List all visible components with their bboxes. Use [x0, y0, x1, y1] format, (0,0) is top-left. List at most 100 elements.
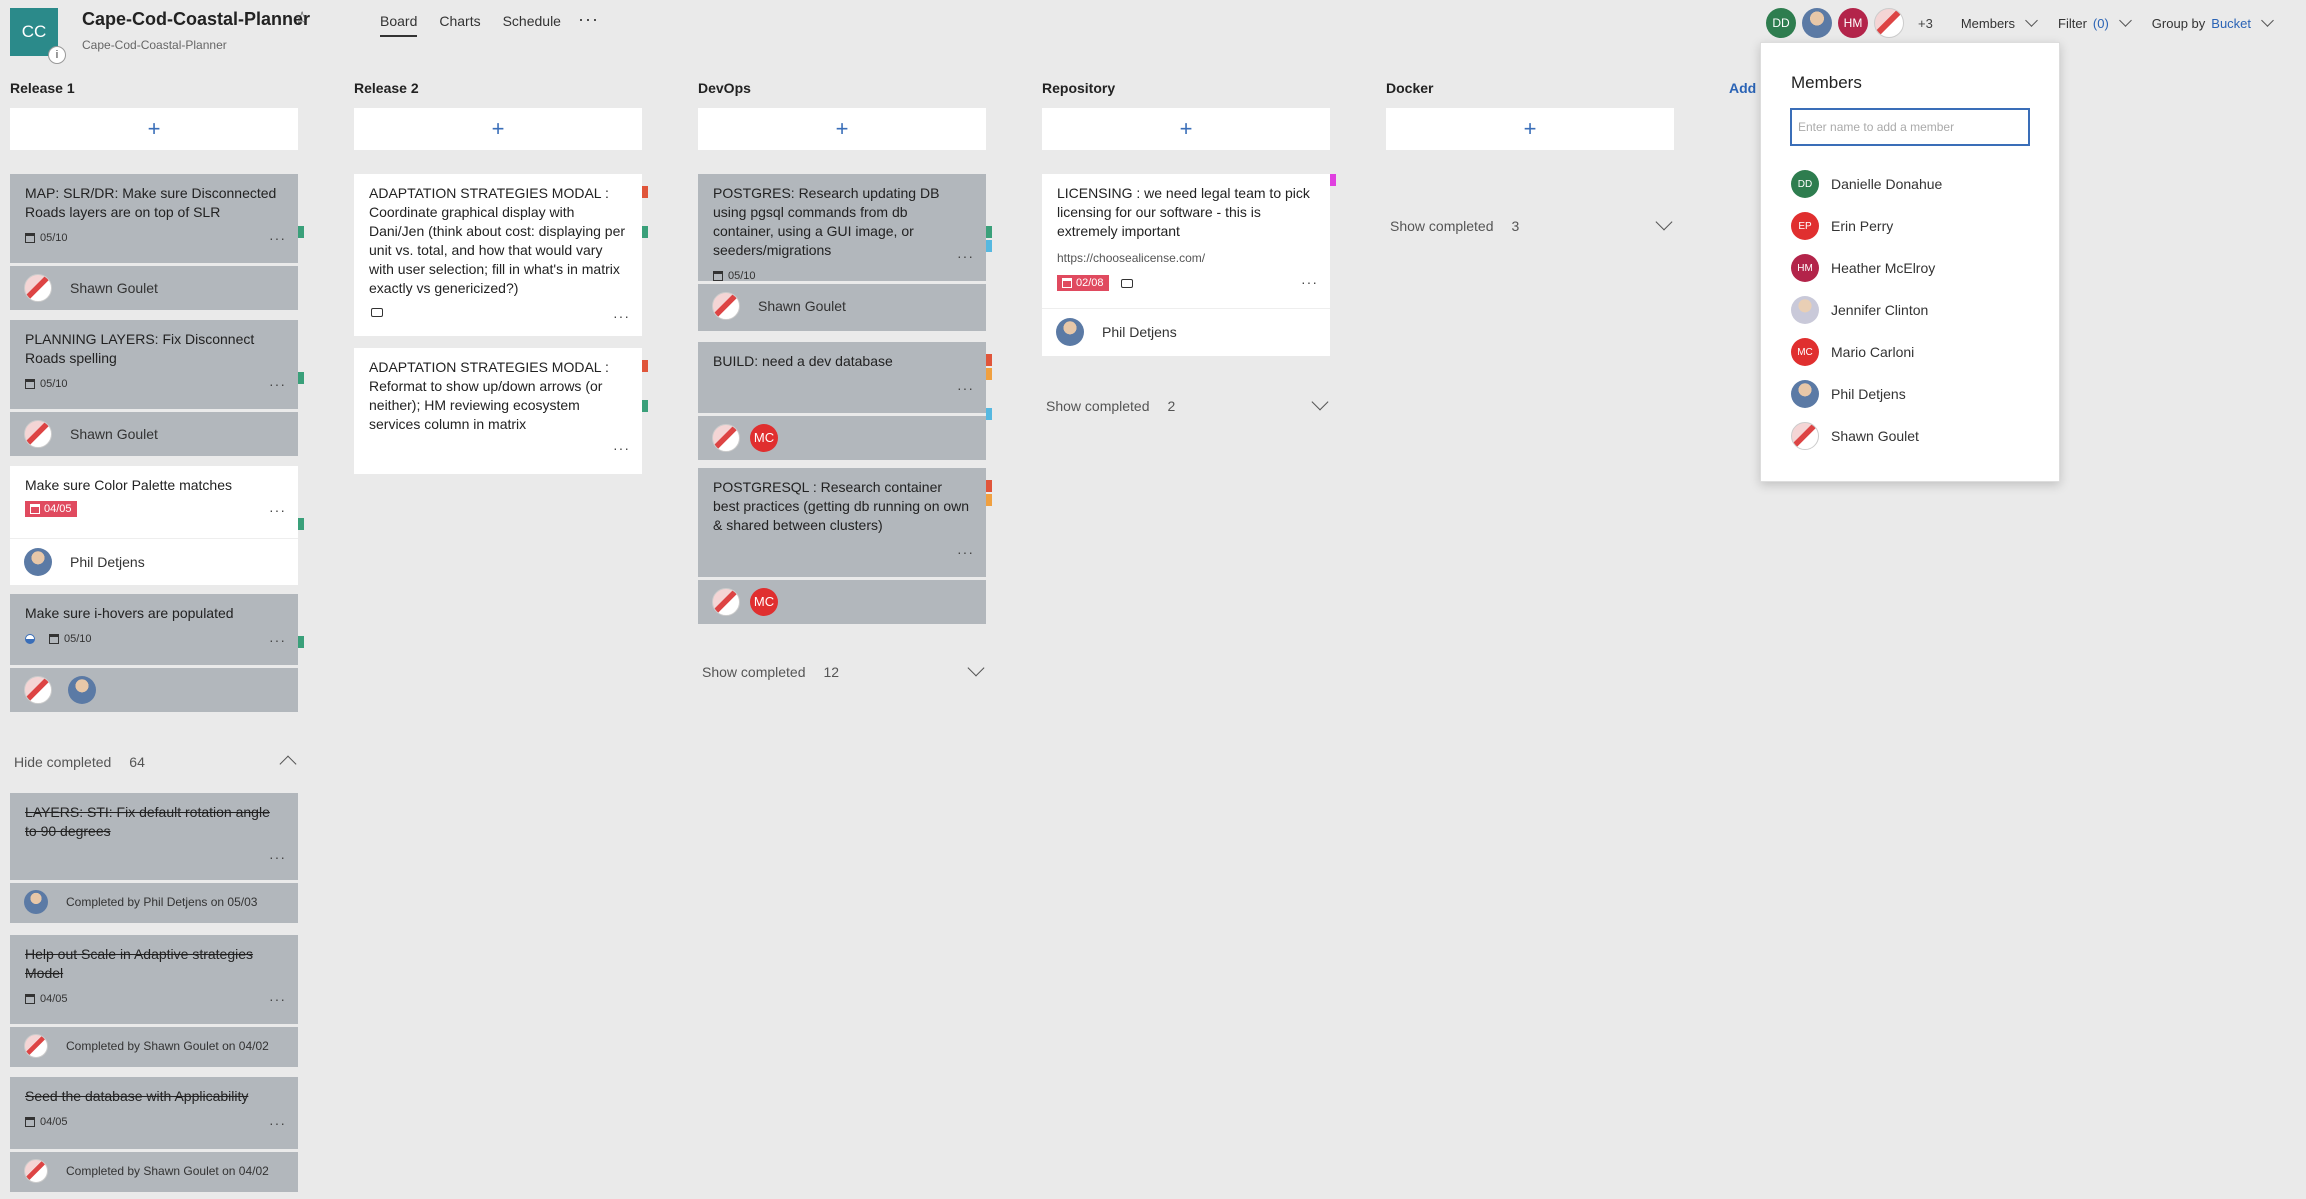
task-card[interactable]: MAP: SLR/DR: Make sure Disconnected Road… [10, 174, 304, 310]
task-more-icon[interactable]: ··· [613, 440, 630, 456]
bucket-title[interactable]: Docker [1386, 80, 1674, 100]
avatar[interactable]: HM [1838, 8, 1868, 38]
tab-charts[interactable]: Charts [439, 13, 480, 37]
extra-members-count[interactable]: +3 [1918, 16, 1933, 31]
tab-schedule[interactable]: Schedule [503, 13, 561, 37]
member-item[interactable]: DD Danielle Donahue [1791, 163, 1942, 205]
task-more-icon[interactable]: ··· [957, 380, 974, 396]
avatar [1056, 317, 1084, 346]
bucket-title[interactable]: Release 2 [354, 80, 642, 100]
member-item[interactable]: Phil Detjens [1791, 373, 1942, 415]
add-new-bucket-link[interactable]: Add [1729, 80, 1756, 96]
task-card[interactable]: POSTGRES: Research updating DB using pgs… [698, 174, 992, 331]
avatar [24, 675, 52, 704]
member-item[interactable]: Shawn Goulet [1791, 415, 1942, 457]
task-more-icon[interactable]: ··· [1301, 274, 1318, 290]
task-more-icon[interactable]: ··· [269, 502, 286, 518]
task-more-icon[interactable]: ··· [613, 308, 630, 324]
add-task-button[interactable]: + [10, 108, 298, 150]
due-date: 04/05 [44, 503, 72, 515]
assignee-name: Shawn Goulet [70, 279, 158, 296]
completed-task-card[interactable]: Seed the database with Applicability 04/… [10, 1077, 298, 1192]
task-more-icon[interactable]: ··· [269, 991, 286, 1007]
more-options-icon[interactable]: ··· [578, 9, 599, 30]
task-more-icon[interactable]: ··· [957, 544, 974, 560]
completed-toggle-label: Show completed [1046, 398, 1150, 414]
label-tag [986, 494, 992, 506]
task-more-icon[interactable]: ··· [269, 376, 286, 392]
task-card[interactable]: Make sure i-hovers are populated 05/10 ·… [10, 594, 304, 712]
task-assignees[interactable] [10, 665, 298, 711]
task-assignee[interactable]: Shawn Goulet [698, 281, 986, 327]
task-assignees[interactable]: MC [698, 577, 986, 623]
avatar [24, 1033, 48, 1058]
due-date: 05/10 [40, 378, 68, 390]
bucket-release-1: Release 1 + MAP: SLR/DR: Make sure Disco… [10, 80, 304, 1192]
task-more-icon[interactable]: ··· [269, 849, 286, 865]
task-title: ADAPTATION STRATEGIES MODAL : Reformat t… [369, 359, 609, 432]
bucket-devops: DevOps + POSTGRES: Research updating DB … [698, 80, 992, 680]
task-card[interactable]: Make sure Color Palette matches 04/05 ··… [10, 466, 304, 585]
show-completed-toggle[interactable]: Show completed 2 [1046, 393, 1329, 414]
avatar: DD [1791, 170, 1819, 198]
task-more-icon[interactable]: ··· [269, 230, 286, 246]
filter-dropdown[interactable]: Filter (0) [2058, 14, 2132, 31]
task-more-icon[interactable]: ··· [269, 1115, 286, 1131]
calendar-icon [25, 379, 35, 389]
add-task-button[interactable]: + [1042, 108, 1330, 150]
avatar[interactable] [1802, 8, 1832, 38]
bucket-title[interactable]: Release 1 [10, 80, 298, 100]
due-date: 05/10 [40, 232, 68, 244]
plan-group-name[interactable]: Cape-Cod-Coastal-Planner [82, 38, 227, 52]
task-card[interactable]: POSTGRESQL : Research container best pra… [698, 468, 992, 624]
show-completed-toggle[interactable]: Show completed 3 [1390, 213, 1673, 234]
task-assignee[interactable]: Phil Detjens [10, 538, 298, 584]
task-more-icon[interactable]: ··· [957, 248, 974, 264]
members-dropdown[interactable]: Members [1961, 14, 2038, 31]
task-completed-by: Completed by Phil Detjens on 05/03 [10, 880, 298, 920]
task-card[interactable]: BUILD: need a dev database ··· MC [698, 342, 992, 460]
add-task-button[interactable]: + [354, 108, 642, 150]
completed-task-card[interactable]: LAYERS: STI: Fix default rotation angle … [10, 793, 298, 923]
task-card[interactable]: ADAPTATION STRATEGIES MODAL : Coordinate… [354, 174, 648, 336]
assignee-name: Shawn Goulet [758, 297, 846, 314]
task-card[interactable]: LICENSING : we need legal team to pick l… [1042, 174, 1336, 356]
group-by-value: Bucket [2211, 15, 2252, 31]
task-title: LICENSING : we need legal team to pick l… [1057, 185, 1310, 239]
task-assignee[interactable]: Phil Detjens [1042, 308, 1330, 354]
task-assignee[interactable]: Shawn Goulet [10, 409, 298, 455]
attachment-link[interactable]: https://choosealicense.com/ [1057, 251, 1316, 265]
task-assignee[interactable]: Shawn Goulet [10, 263, 298, 309]
avatar [24, 889, 48, 914]
task-assignees[interactable]: MC [698, 413, 986, 459]
label-tag [642, 360, 648, 372]
plan-info-badge[interactable]: i [48, 46, 66, 64]
chevron-down-icon [2118, 14, 2132, 27]
avatar[interactable] [1874, 8, 1904, 38]
avatar [68, 675, 96, 704]
filter-count: (0) [2092, 15, 2109, 31]
member-item[interactable]: HM Heather McElroy [1791, 247, 1942, 289]
bucket-title[interactable]: Repository [1042, 80, 1330, 100]
group-by-dropdown[interactable]: Group by Bucket [2152, 14, 2274, 31]
plan-title: Cape-Cod-Coastal-Planner [82, 9, 311, 29]
add-task-button[interactable]: + [1386, 108, 1674, 150]
task-card[interactable]: ADAPTATION STRATEGIES MODAL : Reformat t… [354, 348, 648, 474]
completed-by-text: Completed by Shawn Goulet on 04/02 [66, 1038, 269, 1053]
completed-task-card[interactable]: Help out Scale in Adaptive strategies Mo… [10, 935, 298, 1067]
member-item[interactable]: Jennifer Clinton [1791, 289, 1942, 331]
favorite-star-icon[interactable]: ☆ [294, 8, 310, 29]
member-item[interactable]: EP Erin Perry [1791, 205, 1942, 247]
task-card[interactable]: PLANNING LAYERS: Fix Disconnect Roads sp… [10, 320, 304, 456]
add-member-input[interactable] [1790, 108, 2030, 146]
progress-in-progress-icon[interactable] [25, 634, 35, 644]
member-item[interactable]: MC Mario Carloni [1791, 331, 1942, 373]
bucket-title[interactable]: DevOps [698, 80, 986, 100]
hide-completed-toggle[interactable]: Hide completed 64 [14, 754, 297, 773]
label-tag [642, 186, 648, 198]
task-more-icon[interactable]: ··· [269, 632, 286, 648]
add-task-button[interactable]: + [698, 108, 986, 150]
avatar[interactable]: DD [1766, 8, 1796, 38]
show-completed-toggle[interactable]: Show completed 12 [702, 659, 985, 680]
tab-board[interactable]: Board [380, 13, 418, 37]
